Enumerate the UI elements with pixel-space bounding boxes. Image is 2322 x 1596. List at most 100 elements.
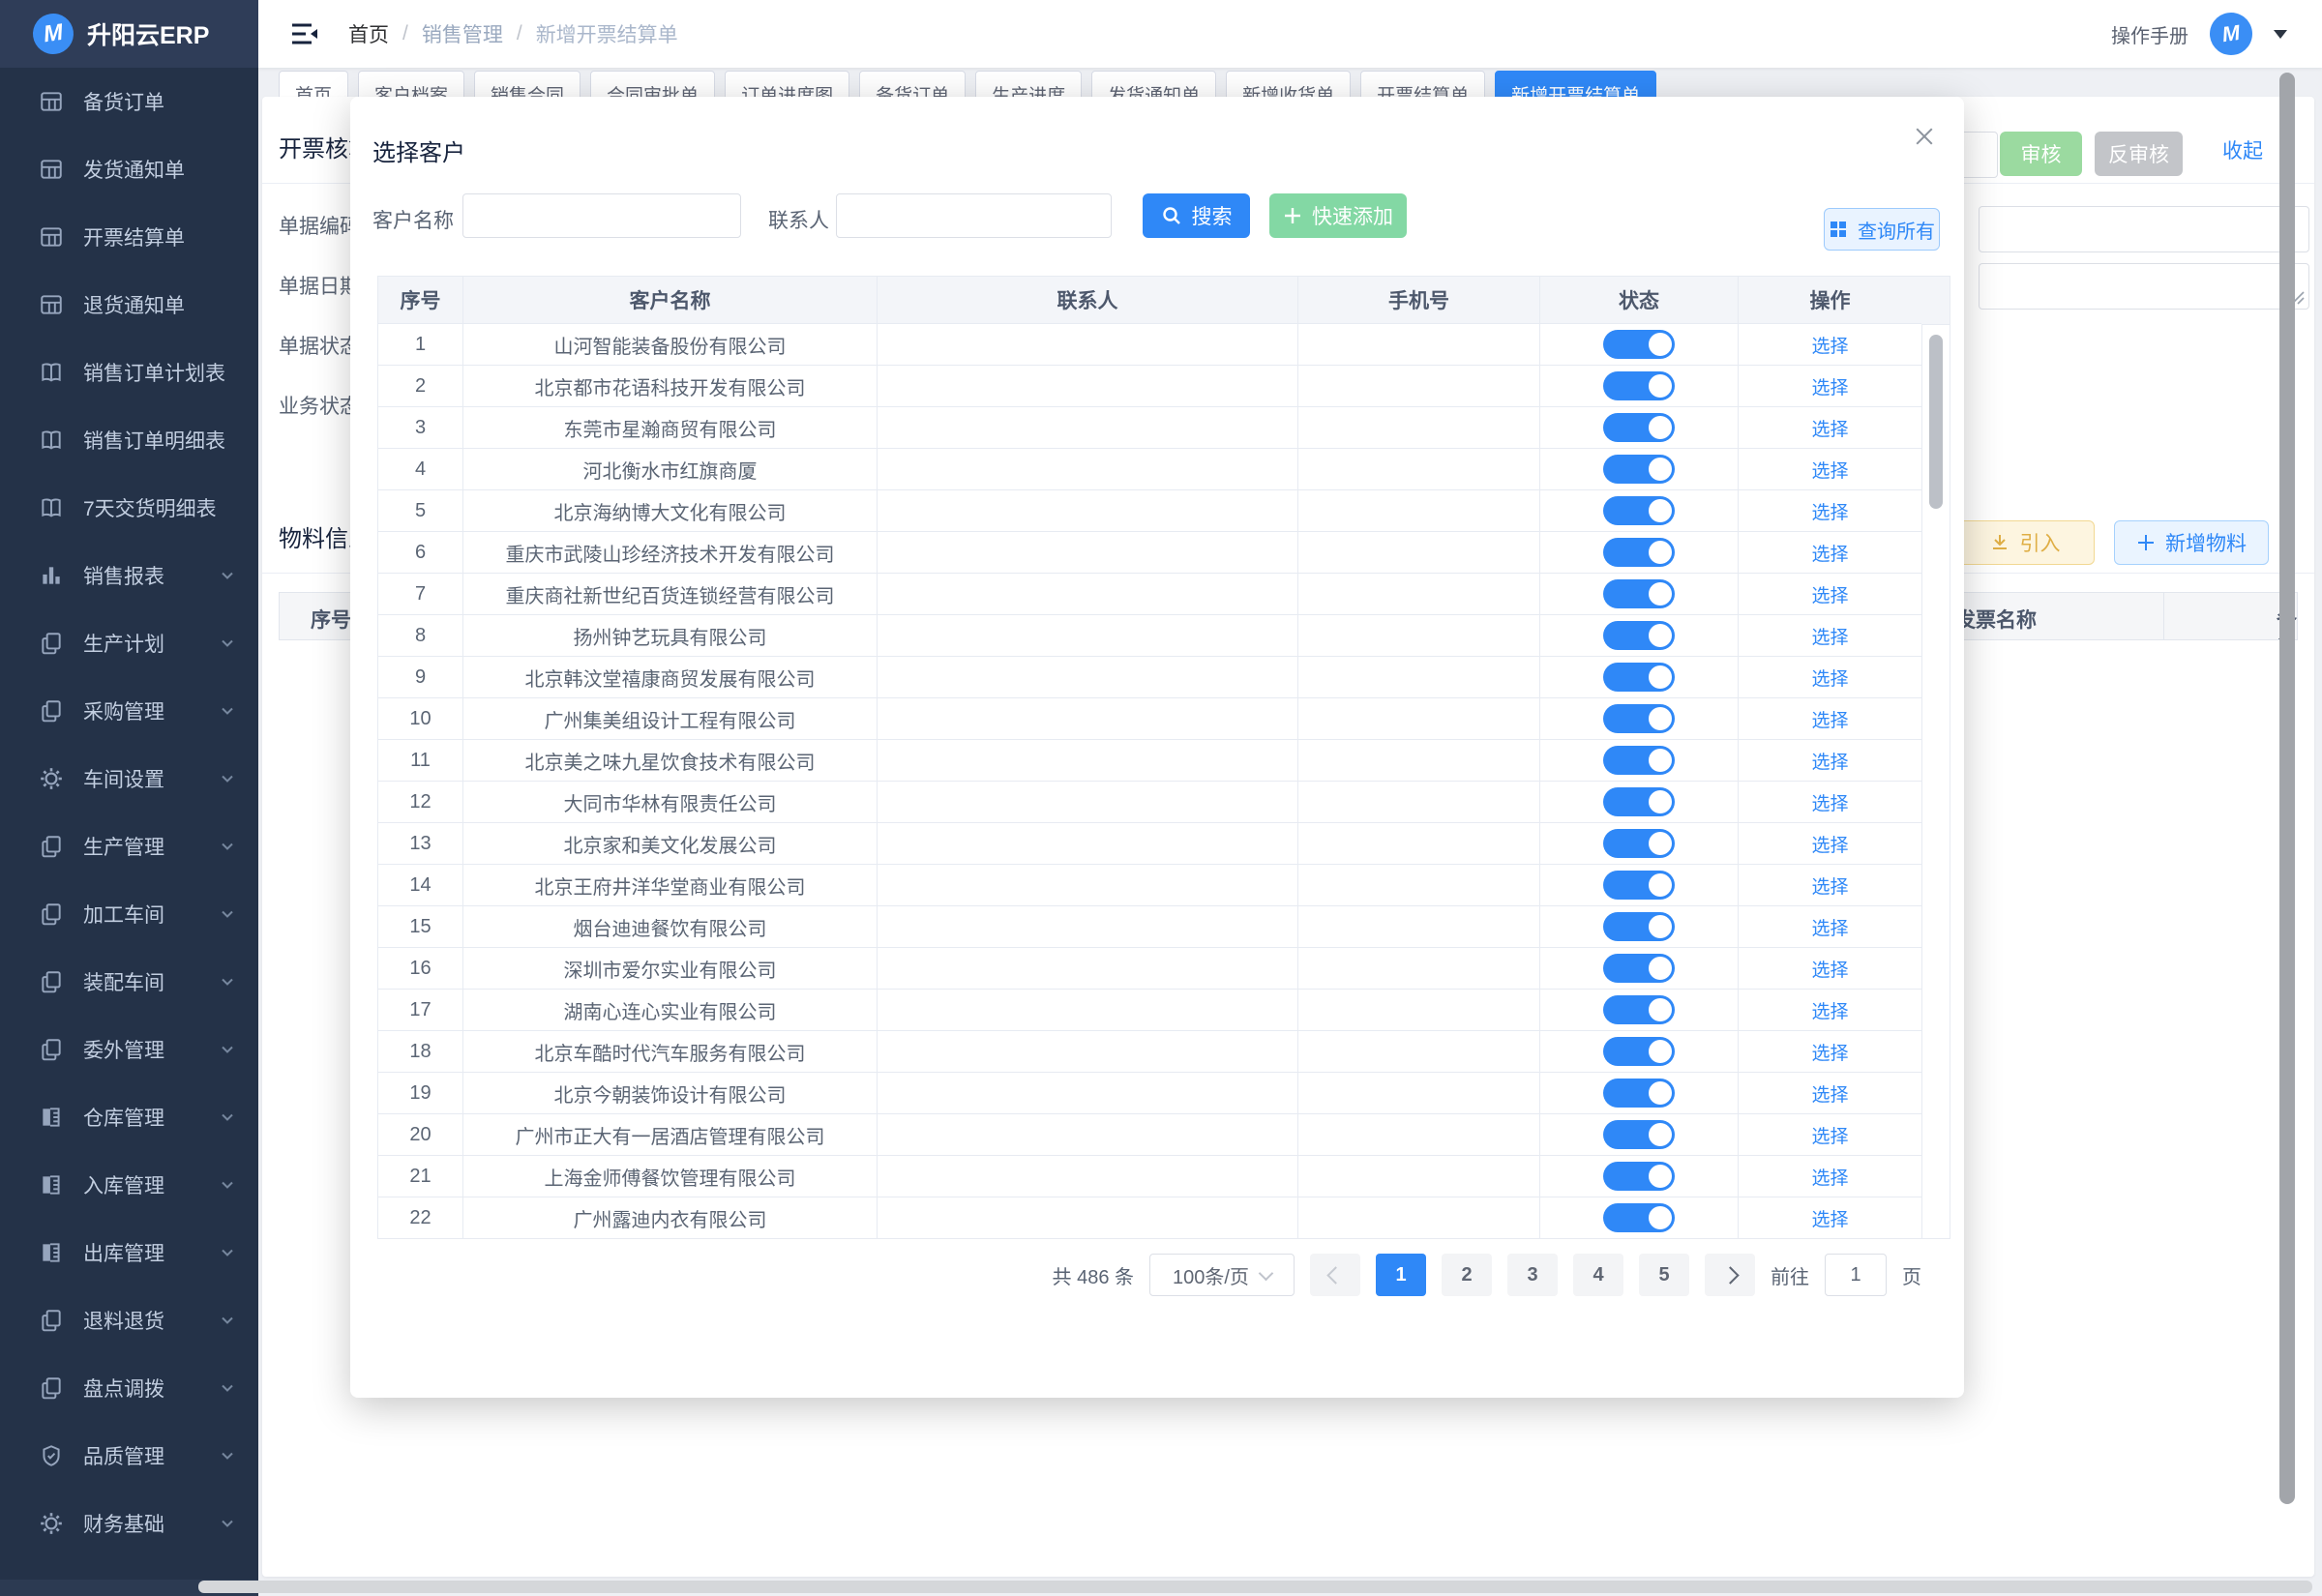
status-toggle[interactable] bbox=[1603, 1203, 1675, 1232]
sidebar-item[interactable]: 生产管理 bbox=[0, 813, 258, 880]
sidebar-item[interactable]: 品质管理 bbox=[0, 1422, 258, 1490]
select-link[interactable]: 选择 bbox=[1739, 1031, 1922, 1073]
select-link[interactable]: 选择 bbox=[1739, 740, 1922, 782]
select-link[interactable]: 选择 bbox=[1739, 657, 1922, 698]
select-link[interactable]: 选择 bbox=[1739, 407, 1922, 449]
unaudit-button[interactable]: 反审核 bbox=[2095, 132, 2183, 176]
select-link[interactable]: 选择 bbox=[1739, 324, 1922, 366]
table-scrollbar-thumb[interactable] bbox=[1929, 335, 1943, 509]
customer-name-input[interactable] bbox=[462, 193, 741, 238]
select-link[interactable]: 选择 bbox=[1739, 906, 1922, 948]
vertical-scrollbar-thumb[interactable] bbox=[2279, 73, 2295, 1504]
select-link[interactable]: 选择 bbox=[1739, 1114, 1922, 1156]
status-toggle[interactable] bbox=[1603, 1037, 1675, 1066]
quick-add-button[interactable]: 快速添加 bbox=[1269, 193, 1407, 238]
status-toggle[interactable] bbox=[1603, 621, 1675, 650]
select-link[interactable]: 选择 bbox=[1739, 865, 1922, 906]
page-button-2[interactable]: 2 bbox=[1442, 1254, 1492, 1296]
prev-page-button[interactable] bbox=[1310, 1254, 1360, 1296]
sidebar-item[interactable]: 开票结算单 bbox=[0, 203, 258, 271]
status-toggle[interactable] bbox=[1603, 871, 1675, 900]
sidebar-item[interactable]: 出库管理 bbox=[0, 1219, 258, 1286]
page-button-1[interactable]: 1 bbox=[1376, 1254, 1426, 1296]
import-button[interactable]: 引入 bbox=[1954, 520, 2095, 565]
select-link[interactable]: 选择 bbox=[1739, 449, 1922, 490]
remark-textarea[interactable] bbox=[1979, 263, 2309, 310]
sidebar-item[interactable]: 入库管理 bbox=[0, 1151, 258, 1219]
phone-cell bbox=[1298, 407, 1540, 449]
status-toggle[interactable] bbox=[1603, 663, 1675, 692]
doc-date-input[interactable] bbox=[1979, 206, 2309, 252]
status-toggle[interactable] bbox=[1603, 538, 1675, 567]
select-link[interactable]: 选择 bbox=[1739, 990, 1922, 1031]
status-toggle[interactable] bbox=[1603, 330, 1675, 359]
sidebar-item[interactable]: 销售订单计划表 bbox=[0, 339, 258, 406]
collapse-menu-icon[interactable] bbox=[290, 21, 319, 46]
status-toggle[interactable] bbox=[1603, 413, 1675, 442]
select-link[interactable]: 选择 bbox=[1739, 782, 1922, 823]
sidebar-item[interactable]: 盘点调拨 bbox=[0, 1354, 258, 1422]
sidebar-item[interactable]: 车间设置 bbox=[0, 745, 258, 813]
row-index: 6 bbox=[378, 532, 463, 574]
modal-title: 选择客户 bbox=[372, 133, 465, 167]
sidebar-item[interactable]: 销售订单明细表 bbox=[0, 406, 258, 474]
sidebar-item[interactable]: 发货通知单 bbox=[0, 135, 258, 203]
select-link[interactable]: 选择 bbox=[1739, 1197, 1922, 1239]
select-link[interactable]: 选择 bbox=[1739, 1156, 1922, 1197]
status-toggle[interactable] bbox=[1603, 912, 1675, 941]
status-toggle[interactable] bbox=[1603, 704, 1675, 733]
status-toggle[interactable] bbox=[1603, 455, 1675, 484]
next-page-button[interactable] bbox=[1705, 1254, 1755, 1296]
sidebar-item[interactable]: 财务基础 bbox=[0, 1490, 258, 1557]
goto-page-input[interactable] bbox=[1825, 1254, 1887, 1296]
sidebar-item[interactable]: 备货订单 bbox=[0, 68, 258, 135]
select-link[interactable]: 选择 bbox=[1739, 948, 1922, 990]
status-toggle[interactable] bbox=[1603, 746, 1675, 775]
query-all-button[interactable]: 查询所有 bbox=[1824, 208, 1940, 251]
sidebar-item[interactable]: 装配车间 bbox=[0, 948, 258, 1016]
horizontal-scrollbar-thumb[interactable] bbox=[198, 1581, 2312, 1593]
status-toggle[interactable] bbox=[1603, 1162, 1675, 1191]
select-link[interactable]: 选择 bbox=[1739, 823, 1922, 865]
collapse-link[interactable]: 收起 bbox=[2222, 135, 2263, 164]
close-icon[interactable] bbox=[1910, 122, 1939, 151]
sidebar-item[interactable]: 销售报表 bbox=[0, 542, 258, 609]
contact-input[interactable] bbox=[836, 193, 1112, 238]
page-button-3[interactable]: 3 bbox=[1507, 1254, 1558, 1296]
manual-link[interactable]: 操作手册 bbox=[2111, 20, 2188, 48]
page-size-select[interactable]: 100条/页 bbox=[1149, 1254, 1295, 1296]
search-button[interactable]: 搜索 bbox=[1143, 193, 1250, 238]
select-link[interactable]: 选择 bbox=[1739, 490, 1922, 532]
status-toggle[interactable] bbox=[1603, 787, 1675, 816]
select-link[interactable]: 选择 bbox=[1739, 615, 1922, 657]
select-link[interactable]: 选择 bbox=[1739, 1073, 1922, 1114]
page-button-4[interactable]: 4 bbox=[1573, 1254, 1623, 1296]
sidebar-item[interactable]: 退料退货 bbox=[0, 1286, 258, 1354]
status-toggle[interactable] bbox=[1603, 1079, 1675, 1108]
status-toggle[interactable] bbox=[1603, 579, 1675, 608]
select-link[interactable]: 选择 bbox=[1739, 366, 1922, 407]
status-toggle[interactable] bbox=[1603, 496, 1675, 525]
add-material-button[interactable]: 新增物料 bbox=[2114, 520, 2269, 565]
status-toggle[interactable] bbox=[1603, 1120, 1675, 1149]
status-toggle[interactable] bbox=[1603, 829, 1675, 858]
select-link[interactable]: 选择 bbox=[1739, 532, 1922, 574]
sidebar-item[interactable]: 仓库管理 bbox=[0, 1083, 258, 1151]
user-menu-caret-icon[interactable] bbox=[2274, 30, 2287, 39]
breadcrumb-item[interactable]: 首页 bbox=[348, 19, 389, 48]
select-link[interactable]: 选择 bbox=[1739, 698, 1922, 740]
audit-button[interactable]: 审核 bbox=[2000, 132, 2082, 176]
status-toggle[interactable] bbox=[1603, 995, 1675, 1024]
select-link[interactable]: 选择 bbox=[1739, 574, 1922, 615]
sidebar-item[interactable]: 生产计划 bbox=[0, 609, 258, 677]
status-toggle[interactable] bbox=[1603, 954, 1675, 983]
sidebar-item[interactable]: 委外管理 bbox=[0, 1016, 258, 1083]
status-toggle[interactable] bbox=[1603, 371, 1675, 400]
sidebar-item[interactable]: 采购管理 bbox=[0, 677, 258, 745]
page-button-5[interactable]: 5 bbox=[1639, 1254, 1689, 1296]
breadcrumb-item[interactable]: 销售管理 bbox=[422, 19, 503, 48]
sidebar-item[interactable]: 7天交货明细表 bbox=[0, 474, 258, 542]
sidebar-item[interactable]: 退货通知单 bbox=[0, 271, 258, 339]
sidebar-item[interactable]: 加工车间 bbox=[0, 880, 258, 948]
user-avatar[interactable]: M bbox=[2207, 10, 2255, 58]
